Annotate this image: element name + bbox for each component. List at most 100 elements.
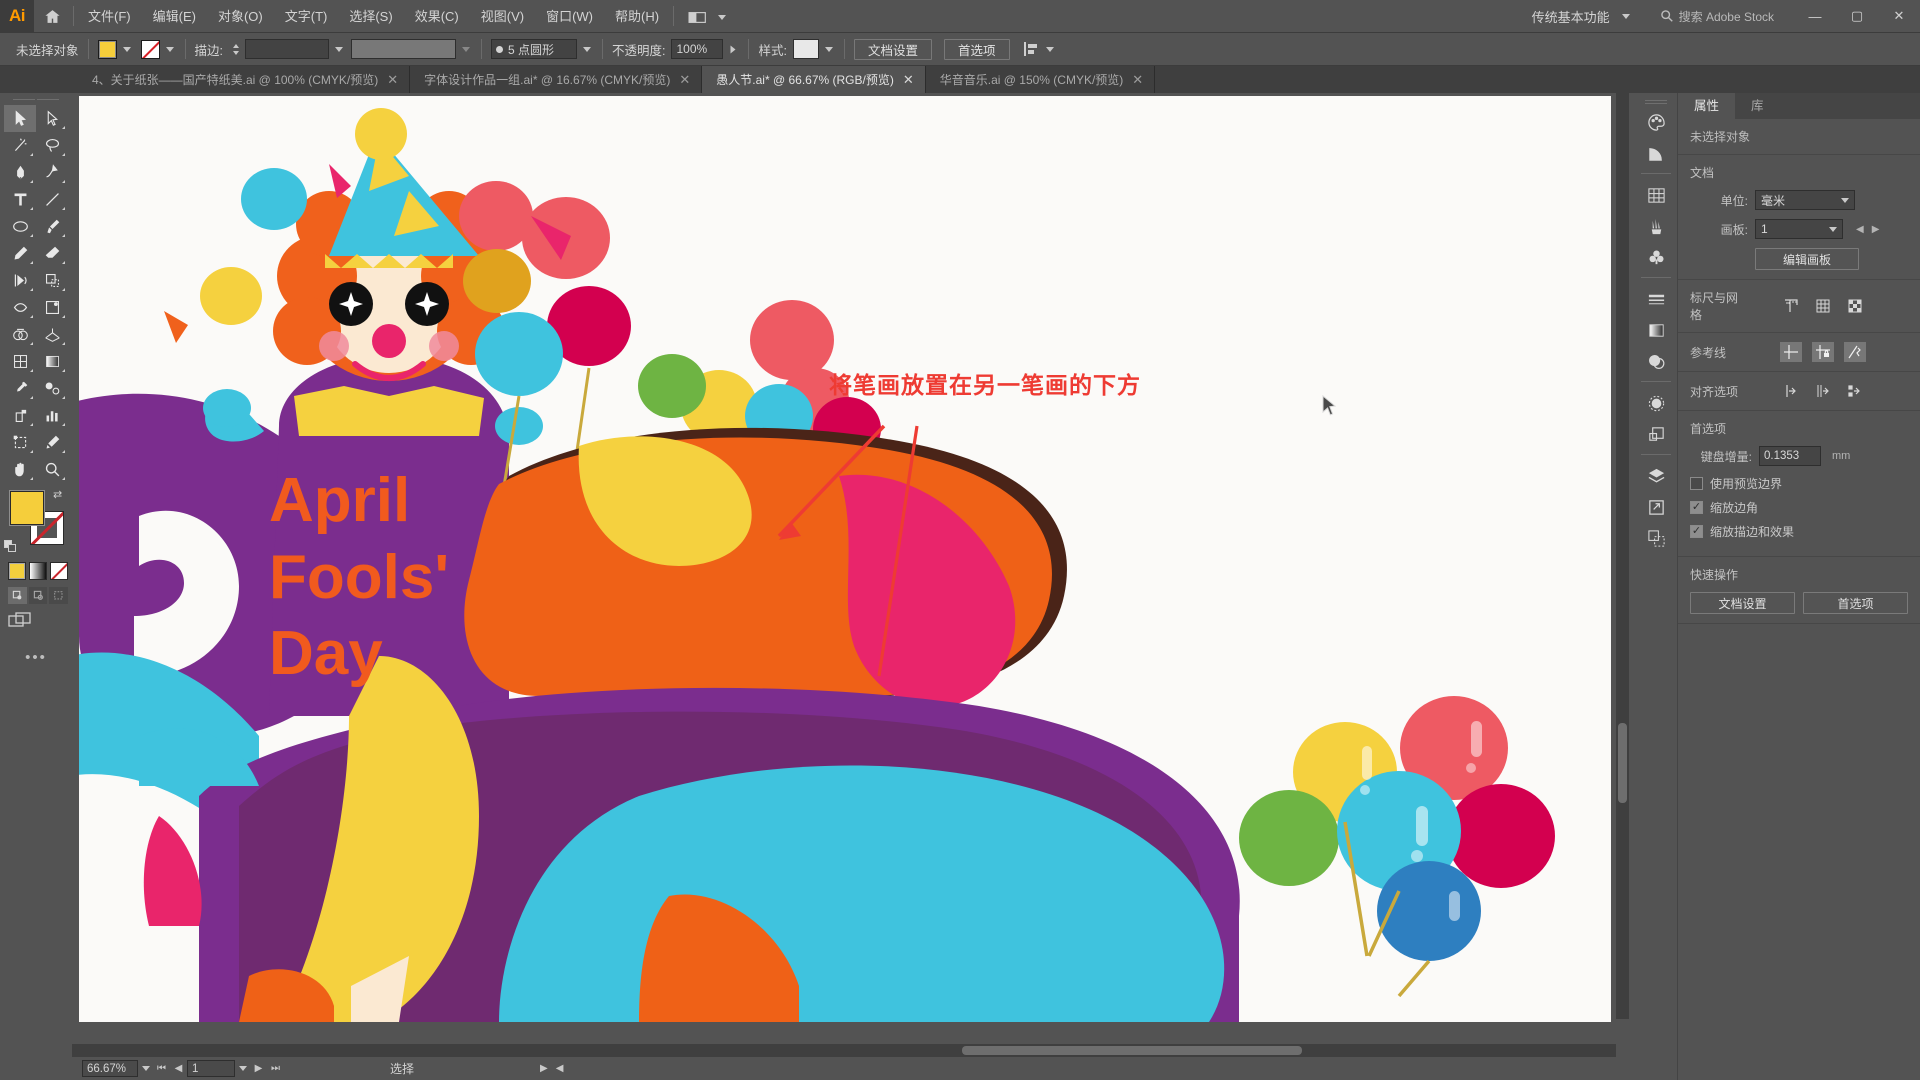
- artboard-chevron-down-icon[interactable]: [235, 1060, 250, 1077]
- canvas-horizontal-scrollbar[interactable]: [72, 1044, 1616, 1057]
- keyboard-increment-field[interactable]: 0.1353: [1759, 446, 1821, 466]
- scale-tool[interactable]: [36, 267, 68, 294]
- zoom-tool[interactable]: [36, 456, 68, 483]
- align-chevron-down-icon[interactable]: [1045, 46, 1054, 52]
- brush-definition-field[interactable]: 5 点圆形: [491, 39, 577, 59]
- menu-effect[interactable]: 效果(C): [404, 0, 470, 33]
- swap-fill-stroke-icon[interactable]: ⇄: [53, 488, 66, 501]
- scale-strokes-effects-checkbox[interactable]: 缩放描边和效果: [1690, 523, 1908, 540]
- stroke-chevron-down-icon[interactable]: [165, 46, 174, 52]
- color-mode-none[interactable]: [50, 562, 68, 580]
- eyedropper-tool[interactable]: [4, 375, 36, 402]
- mesh-tool[interactable]: [4, 348, 36, 375]
- artboard[interactable]: April Fools' Day 将笔画放置在另一笔画的下方: [79, 96, 1611, 1022]
- opacity-chevron-icon[interactable]: [730, 45, 736, 53]
- curvature-tool[interactable]: [36, 159, 68, 186]
- hand-tool[interactable]: [4, 456, 36, 483]
- gradient-panel-icon[interactable]: [1639, 315, 1673, 345]
- rotate-tool[interactable]: [4, 267, 36, 294]
- default-fill-stroke-icon[interactable]: [4, 540, 17, 553]
- stroke-color-swatch[interactable]: [140, 39, 160, 59]
- show-rulers-icon[interactable]: [1780, 296, 1802, 316]
- close-icon[interactable]: ✕: [903, 73, 914, 86]
- home-icon[interactable]: [34, 0, 70, 33]
- layers-panel-icon[interactable]: [1639, 461, 1673, 491]
- draw-behind-icon[interactable]: [28, 587, 48, 604]
- arrange-documents-icon[interactable]: [677, 0, 739, 33]
- canvas-vertical-scrollbar[interactable]: [1616, 93, 1629, 1019]
- blend-tool[interactable]: [36, 375, 68, 402]
- edit-artboards-button[interactable]: 编辑画板: [1755, 248, 1859, 270]
- dock-grip[interactable]: [1645, 97, 1667, 106]
- stock-search[interactable]: 搜索 Adobe Stock: [1650, 5, 1784, 27]
- menu-file[interactable]: 文件(F): [77, 0, 142, 33]
- status-next-icon[interactable]: ▶: [540, 1063, 548, 1074]
- maximize-button[interactable]: ▢: [1836, 0, 1878, 33]
- shape-builder-tool[interactable]: [4, 321, 36, 348]
- paintbrush-tool[interactable]: [36, 213, 68, 240]
- color-panel-icon[interactable]: [1639, 107, 1673, 137]
- perspective-grid-tool[interactable]: [36, 321, 68, 348]
- fill-color-swatch[interactable]: [97, 39, 117, 59]
- menu-edit[interactable]: 编辑(E): [142, 0, 207, 33]
- artboards-panel-icon[interactable]: [1639, 523, 1673, 553]
- brush-chevron-down-icon[interactable]: [583, 46, 591, 52]
- free-transform-tool[interactable]: [36, 294, 68, 321]
- brushes-panel-icon[interactable]: [1639, 211, 1673, 241]
- document-setup-button[interactable]: 文档设置: [853, 38, 932, 60]
- stroke-weight-field[interactable]: [245, 39, 329, 59]
- toolbar-fill-swatch[interactable]: [10, 491, 44, 525]
- close-icon[interactable]: ✕: [387, 73, 398, 86]
- canvas-area[interactable]: April Fools' Day 将笔画放置在另一笔画的下方 66.67% ⏮ …: [72, 93, 1629, 1080]
- document-tab-2[interactable]: 字体设计作品一组.ai* @ 16.67% (CMYK/预览) ✕: [410, 66, 703, 93]
- prev-artboard-icon[interactable]: ◀: [1856, 224, 1864, 235]
- scale-corners-checkbox[interactable]: 缩放边角: [1690, 499, 1908, 516]
- type-tool[interactable]: [4, 186, 36, 213]
- style-chevron-down-icon[interactable]: [824, 46, 833, 52]
- transform-panel-icon[interactable]: [1639, 419, 1673, 449]
- next-artboard-icon[interactable]: ▶: [1872, 224, 1880, 235]
- horizontal-scroll-thumb[interactable]: [962, 1046, 1302, 1055]
- gradient-tool[interactable]: [36, 348, 68, 375]
- export-panel-icon[interactable]: [1639, 492, 1673, 522]
- toolbar-more-options-icon[interactable]: •••: [4, 649, 68, 666]
- units-select[interactable]: 毫米: [1755, 190, 1855, 210]
- ellipse-tool[interactable]: [4, 213, 36, 240]
- snap-to-point-icon[interactable]: [1780, 381, 1802, 401]
- screen-mode-button[interactable]: [8, 612, 68, 635]
- prev-artboard-button[interactable]: ◀: [170, 1060, 187, 1077]
- stroke-weight-chevron-down-icon[interactable]: [335, 46, 343, 52]
- stroke-profile-field[interactable]: [351, 39, 456, 59]
- color-guide-icon[interactable]: [1639, 138, 1673, 168]
- zoom-chevron-down-icon[interactable]: [138, 1060, 153, 1077]
- show-transparency-grid-icon[interactable]: [1844, 296, 1866, 316]
- close-button[interactable]: ✕: [1878, 0, 1920, 33]
- quick-document-setup-button[interactable]: 文档设置: [1690, 592, 1795, 614]
- status-prev-icon[interactable]: ◀: [556, 1063, 564, 1074]
- magic-wand-tool[interactable]: [4, 132, 36, 159]
- close-icon[interactable]: ✕: [1132, 73, 1143, 86]
- zoom-level-field[interactable]: 66.67%: [82, 1060, 138, 1077]
- width-tool[interactable]: [4, 294, 36, 321]
- line-segment-tool[interactable]: [36, 186, 68, 213]
- eraser-tool[interactable]: [36, 240, 68, 267]
- menu-select[interactable]: 选择(S): [338, 0, 403, 33]
- use-preview-bounds-checkbox[interactable]: 使用预览边界: [1690, 475, 1908, 492]
- draw-normal-icon[interactable]: [8, 587, 27, 604]
- quick-preferences-button[interactable]: 首选项: [1803, 592, 1908, 614]
- first-artboard-button[interactable]: ⏮: [153, 1060, 170, 1077]
- stroke-weight-stepper[interactable]: [229, 39, 242, 59]
- color-mode-solid[interactable]: [8, 562, 26, 580]
- menu-object[interactable]: 对象(O): [207, 0, 274, 33]
- appearance-panel-icon[interactable]: [1639, 388, 1673, 418]
- artboard-select[interactable]: 1: [1755, 219, 1843, 239]
- pen-tool[interactable]: [4, 159, 36, 186]
- smart-guides-icon[interactable]: [1844, 342, 1866, 362]
- next-artboard-button[interactable]: ▶: [250, 1060, 267, 1077]
- artboard-tool[interactable]: [4, 429, 36, 456]
- color-mode-gradient[interactable]: [29, 562, 47, 580]
- show-grid-icon[interactable]: [1812, 296, 1834, 316]
- minimize-button[interactable]: —: [1794, 0, 1836, 33]
- pencil-tool[interactable]: [4, 240, 36, 267]
- artboard-number-field[interactable]: 1: [187, 1060, 235, 1077]
